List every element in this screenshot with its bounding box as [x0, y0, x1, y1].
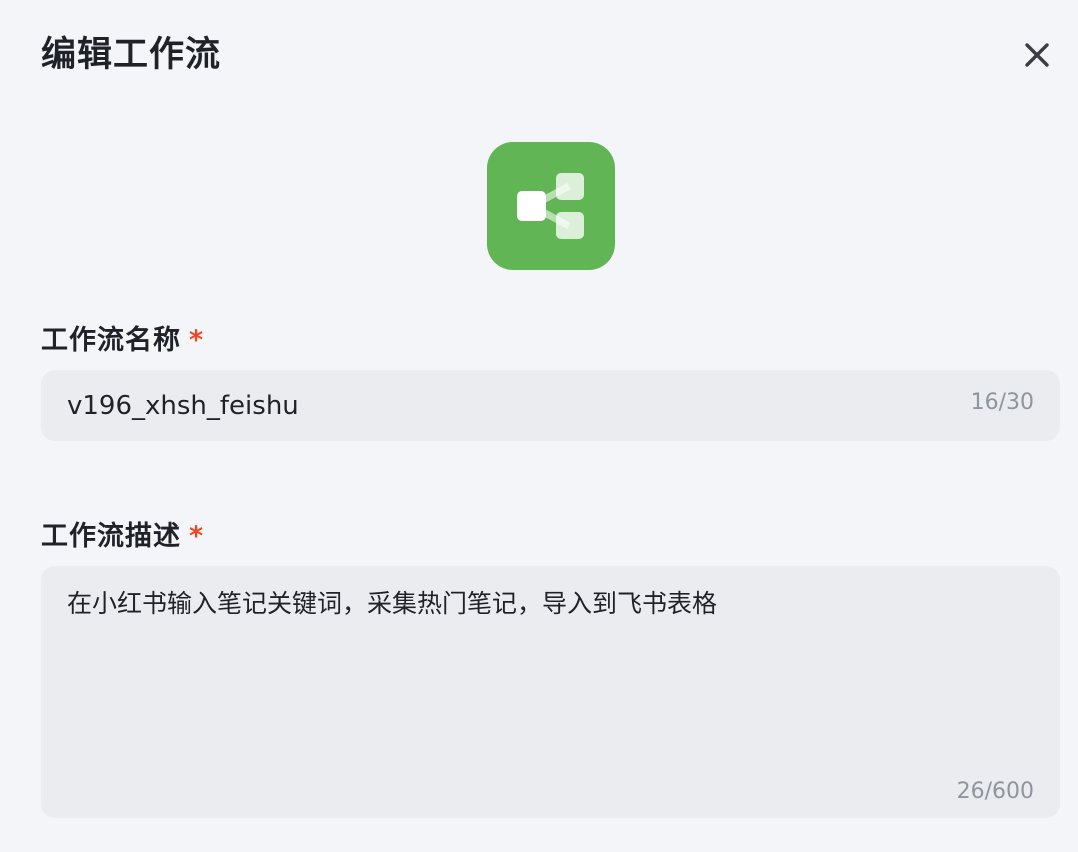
workflow-icon-picker[interactable] — [487, 142, 615, 270]
workflow-name-input[interactable] — [67, 370, 927, 441]
close-button[interactable] — [1016, 34, 1058, 76]
workflow-description-label: 工作流描述 * — [41, 517, 204, 557]
workflow-name-label: 工作流名称 * — [41, 321, 204, 361]
description-char-counter: 26/600 — [956, 779, 1034, 804]
workflow-description-textarea[interactable]: 在小红书输入笔记关键词，采集热门笔记，导入到飞书表格 — [67, 585, 1027, 765]
name-char-counter: 16/30 — [970, 390, 1034, 415]
workflow-description-field: 在小红书输入笔记关键词，采集热门笔记，导入到飞书表格 26/600 — [41, 566, 1060, 818]
dialog-title: 编辑工作流 — [41, 35, 222, 75]
workflow-name-label-text: 工作流名称 — [41, 325, 181, 356]
workflow-branch-icon — [517, 173, 584, 239]
close-icon — [1025, 43, 1049, 67]
required-asterisk: * — [189, 325, 205, 356]
workflow-name-field: 16/30 — [41, 370, 1060, 441]
workflow-description-label-text: 工作流描述 — [41, 521, 181, 552]
required-asterisk: * — [189, 521, 205, 552]
